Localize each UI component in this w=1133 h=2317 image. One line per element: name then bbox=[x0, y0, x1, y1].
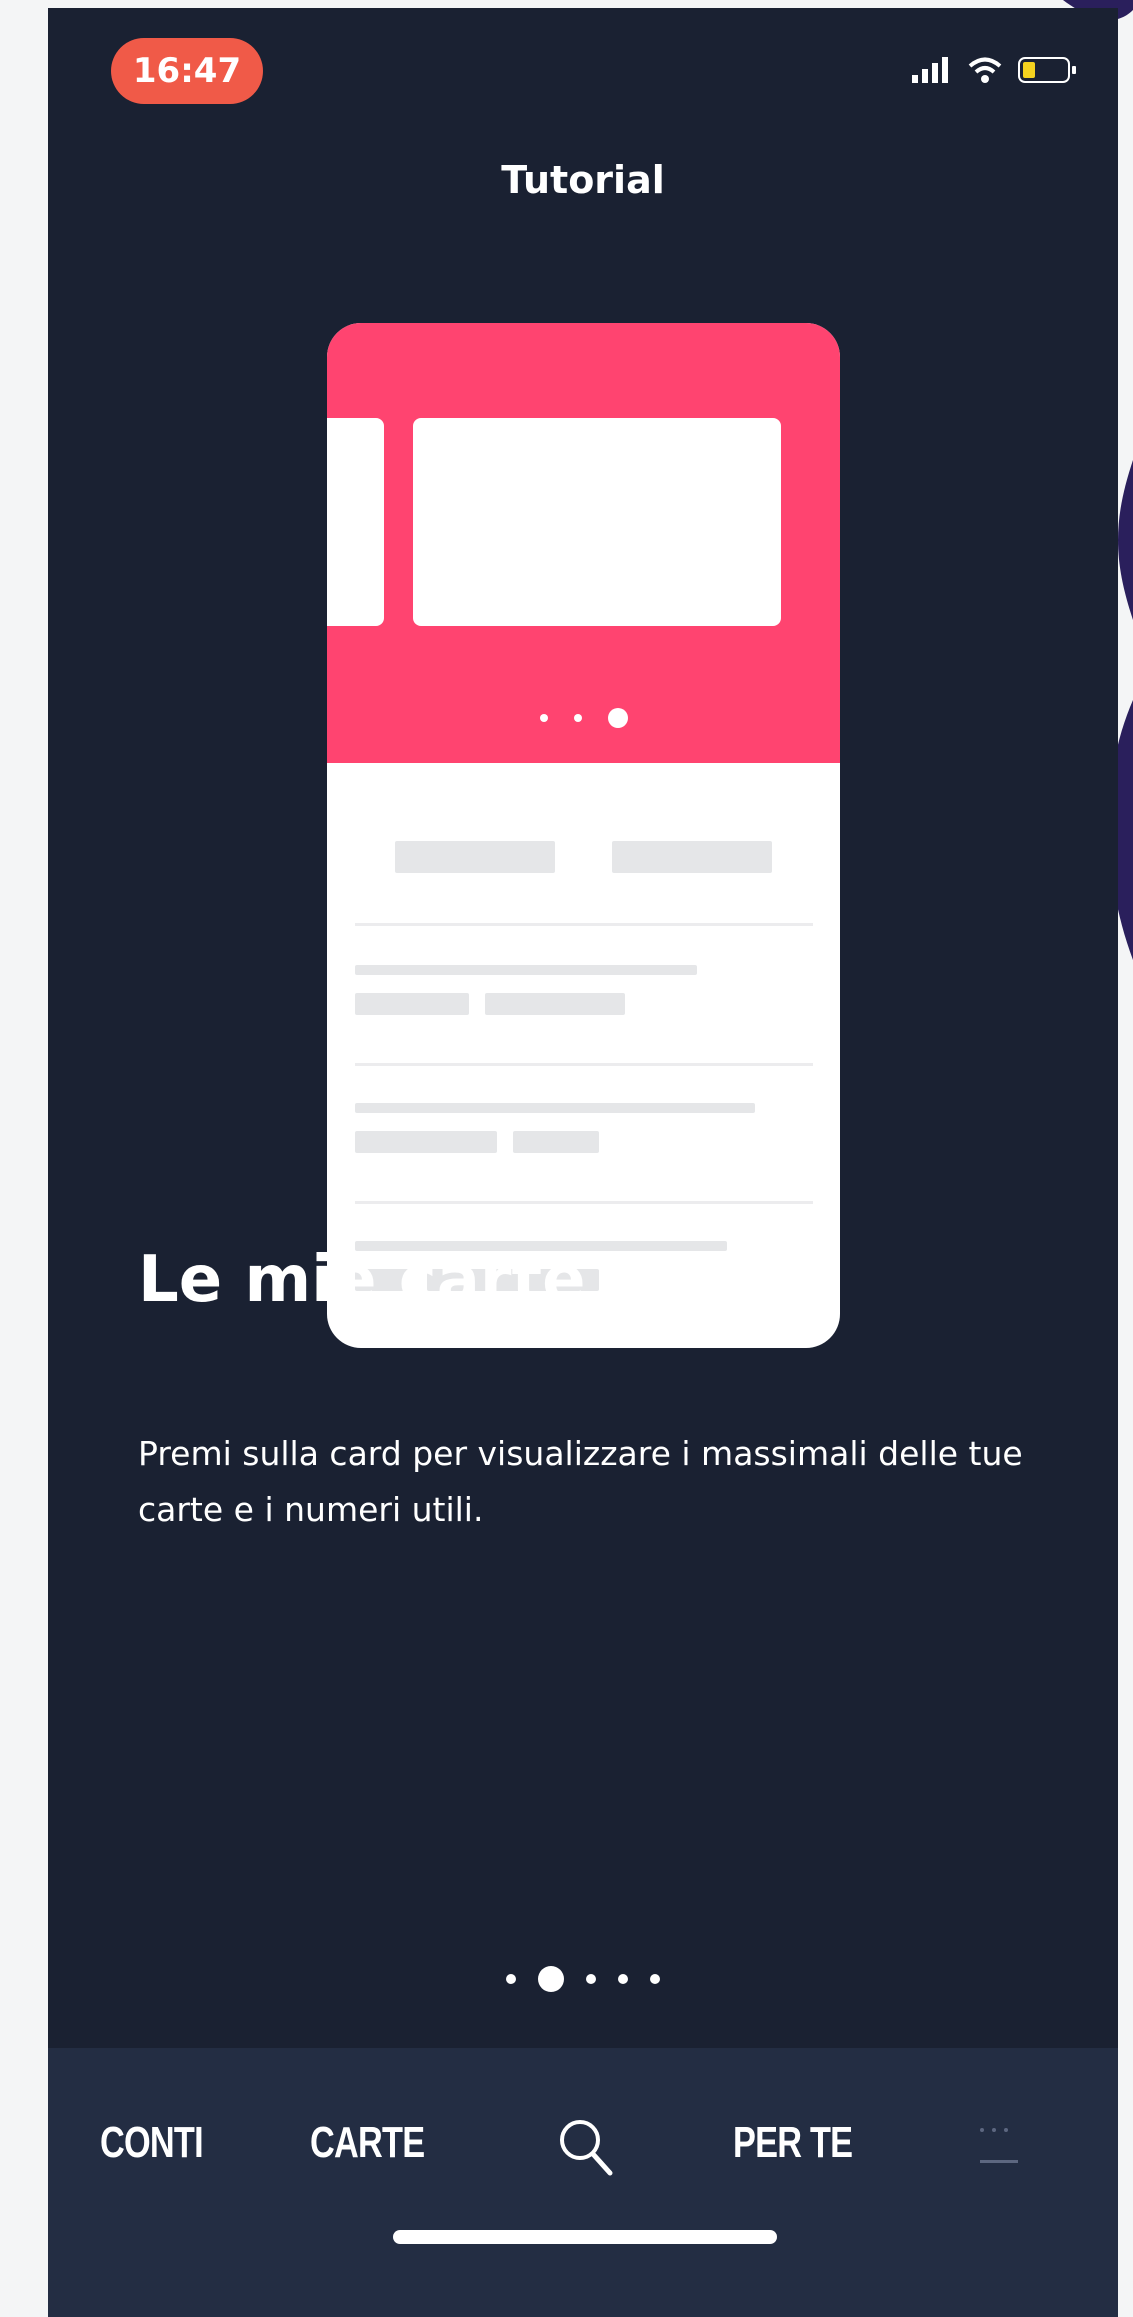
phone-cards-illustration bbox=[327, 323, 840, 1348]
page-dot[interactable] bbox=[506, 1974, 516, 1984]
placeholder-divider bbox=[355, 923, 813, 926]
illustration-dot bbox=[539, 714, 548, 722]
slide-description: Premi sulla card per visualizzare i mass… bbox=[138, 1434, 1023, 1529]
more-icon[interactable] bbox=[980, 2128, 1024, 2188]
battery-icon bbox=[1018, 57, 1076, 83]
signal-icon bbox=[912, 57, 948, 83]
placeholder-divider bbox=[355, 1201, 813, 1204]
slide-title: Le mie carte bbox=[138, 1243, 586, 1317]
illustration-dot-active bbox=[607, 708, 628, 728]
page-dot[interactable] bbox=[586, 1974, 596, 1984]
page-title: Tutorial bbox=[501, 158, 665, 202]
wifi-icon bbox=[968, 57, 1002, 83]
search-icon[interactable] bbox=[556, 2116, 616, 2178]
page-indicator[interactable] bbox=[48, 1966, 1118, 1992]
placeholder-bar bbox=[355, 1103, 755, 1113]
placeholder-bar bbox=[513, 1131, 599, 1153]
tab-bar: CONTI CARTE PER TE bbox=[48, 2048, 1118, 2317]
placeholder-divider bbox=[355, 1063, 813, 1066]
placeholder-bar bbox=[612, 841, 772, 873]
status-time: 16:47 bbox=[111, 38, 263, 104]
placeholder-bar bbox=[355, 1131, 497, 1153]
status-bar: 16:47 bbox=[48, 8, 1118, 128]
tab-carte[interactable]: CARTE bbox=[310, 2118, 425, 2168]
placeholder-bar bbox=[485, 993, 625, 1015]
illustration-dots bbox=[327, 708, 840, 728]
page-dot[interactable] bbox=[618, 1974, 628, 1984]
tab-conti[interactable]: CONTI bbox=[100, 2118, 204, 2168]
illustration-dot bbox=[573, 714, 582, 722]
placeholder-bar bbox=[395, 841, 555, 873]
placeholder-bar bbox=[355, 993, 469, 1015]
home-indicator[interactable] bbox=[393, 2230, 777, 2244]
illustration-card bbox=[413, 418, 781, 626]
phone-screen: 16:47 Tutorial Le mie carte Premi sulla … bbox=[48, 8, 1118, 2317]
illustration-card-peek bbox=[327, 418, 384, 626]
placeholder-bar bbox=[355, 965, 697, 975]
status-icons bbox=[912, 50, 1078, 90]
page-dot-active[interactable] bbox=[538, 1966, 564, 1992]
page-dot[interactable] bbox=[650, 1974, 660, 1984]
illustration-header bbox=[327, 323, 840, 763]
tab-per-te[interactable]: PER TE bbox=[733, 2118, 853, 2168]
